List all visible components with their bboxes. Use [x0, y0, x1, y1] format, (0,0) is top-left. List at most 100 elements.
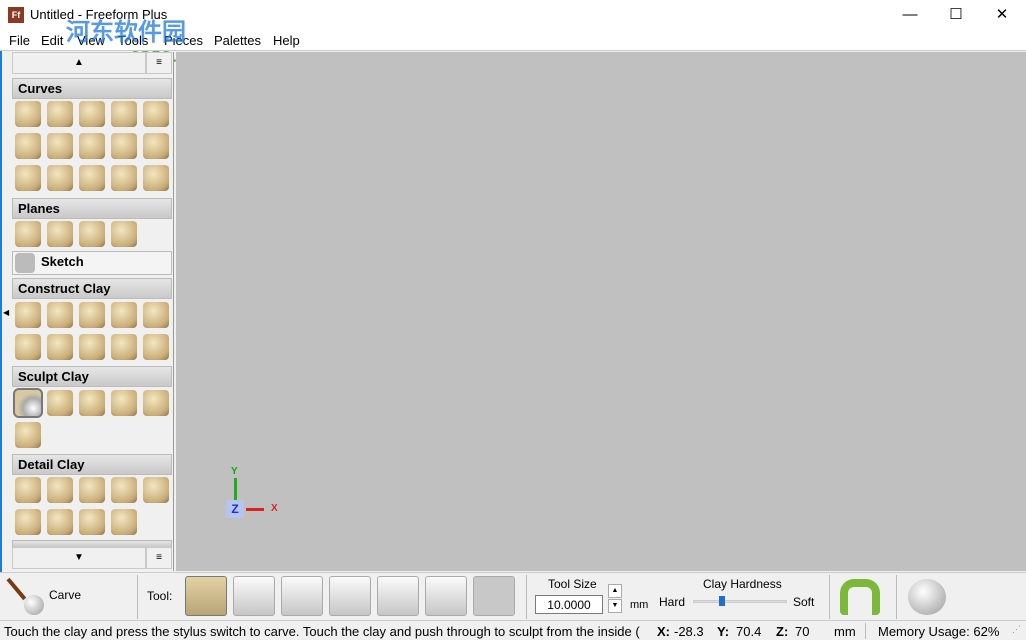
- clay-extrude-icon[interactable]: [111, 302, 137, 328]
- wax-icon[interactable]: [15, 422, 41, 448]
- plane-sketch-icon[interactable]: [47, 221, 73, 247]
- clay-mountain-icon[interactable]: [111, 334, 137, 360]
- menu-help[interactable]: Help: [273, 33, 300, 48]
- 3d-viewport[interactable]: Y Z X: [176, 52, 1026, 571]
- plane-move-icon[interactable]: [111, 221, 137, 247]
- section-title: Sketch: [41, 254, 84, 269]
- tug-icon[interactable]: [143, 390, 169, 416]
- attract-icon[interactable]: [111, 390, 137, 416]
- curve-extrude-icon[interactable]: [111, 165, 137, 191]
- clay-box-icon[interactable]: [143, 334, 169, 360]
- smooth-icon[interactable]: [79, 390, 105, 416]
- tool-carve-flat-button[interactable]: [233, 576, 275, 616]
- menu-file[interactable]: File: [9, 33, 30, 48]
- curve-on-clay-icon[interactable]: [79, 101, 105, 127]
- curve-mirror-icon[interactable]: [79, 165, 105, 191]
- menu-edit[interactable]: Edit: [41, 33, 63, 48]
- tool-carve-scoop-button[interactable]: [377, 576, 419, 616]
- sketch-icon: [15, 253, 35, 273]
- section-header-detail-clay[interactable]: Detail Clay: [12, 454, 172, 475]
- section-title: Sculpt Clay: [18, 369, 89, 384]
- axis-z-label: Z: [226, 500, 244, 518]
- section-header-construct-clay[interactable]: Construct Clay: [12, 278, 172, 299]
- soft-label: Soft: [793, 595, 815, 609]
- smudge-icon[interactable]: [47, 390, 73, 416]
- curve-color-icon[interactable]: [143, 133, 169, 159]
- tool-carve-button[interactable]: [185, 576, 227, 616]
- minimize-button[interactable]: —: [887, 0, 933, 30]
- emboss-wrap-icon[interactable]: [15, 509, 41, 535]
- carve-icon[interactable]: [13, 388, 43, 418]
- emboss-curve-icon[interactable]: [47, 477, 73, 503]
- clay-lathe-icon[interactable]: [143, 302, 169, 328]
- close-button[interactable]: ✕: [979, 0, 1025, 30]
- y-value: 70.4: [736, 624, 762, 639]
- select-arrow-icon[interactable]: [15, 101, 41, 127]
- section-title: Detail Clay: [18, 457, 85, 472]
- palette-scroll-down[interactable]: ▼: [12, 547, 146, 569]
- tool-size-unit: mm: [630, 599, 649, 611]
- emboss-groove-icon[interactable]: [47, 509, 73, 535]
- separator: [865, 623, 866, 639]
- tool-custom-button[interactable]: [473, 576, 515, 616]
- tool-size-increment[interactable]: ▲: [608, 584, 622, 598]
- tool-carve-v-button[interactable]: [329, 576, 371, 616]
- palette-menu-button-bottom[interactable]: ≡: [146, 547, 172, 569]
- section-header-curves[interactable]: Curves: [12, 78, 172, 99]
- sculpt-ball-icon[interactable]: [908, 579, 946, 615]
- tile-pattern-icon[interactable]: [79, 509, 105, 535]
- slider-thumb[interactable]: [719, 596, 726, 606]
- plane-slice-icon[interactable]: [79, 221, 105, 247]
- curve-blend-icon[interactable]: [111, 133, 137, 159]
- separator: [896, 575, 897, 619]
- axis-x-label: X: [271, 503, 278, 514]
- clay-pipe-icon[interactable]: [79, 334, 105, 360]
- carve-tool-icon: [4, 577, 44, 617]
- memory-usage: Memory Usage: 62%: [878, 624, 1000, 639]
- emboss-image-icon[interactable]: [111, 477, 137, 503]
- section-title: Curves: [18, 81, 63, 96]
- curve-edit-icon[interactable]: [79, 133, 105, 159]
- tool-label: Tool:: [147, 589, 173, 603]
- menu-palettes[interactable]: Palettes: [214, 33, 261, 48]
- separator: [526, 575, 527, 619]
- status-hint: Touch the clay and press the stylus swit…: [4, 624, 640, 639]
- tool-size-input[interactable]: [535, 595, 603, 614]
- clay-blob-icon[interactable]: [79, 302, 105, 328]
- tool-size-decrement[interactable]: ▼: [608, 599, 622, 613]
- curve-plane-icon[interactable]: [143, 101, 169, 127]
- worm-icon[interactable]: [840, 579, 880, 615]
- palette-menu-button[interactable]: ≡: [146, 52, 172, 74]
- curve-loop-icon[interactable]: [15, 133, 41, 159]
- section-header-sculpt-clay[interactable]: Sculpt Clay: [12, 366, 172, 387]
- tool-carve-round-button[interactable]: [281, 576, 323, 616]
- maximize-button[interactable]: ☐: [933, 0, 979, 30]
- watermark-name: 河东软件园: [66, 17, 186, 46]
- emboss-plane-icon[interactable]: [79, 477, 105, 503]
- curve-line-icon[interactable]: [15, 165, 41, 191]
- section-title: Planes: [18, 201, 60, 216]
- curve-project-icon[interactable]: [47, 133, 73, 159]
- section-header-sketch[interactable]: Sketch: [12, 251, 172, 275]
- emboss-stamp-icon[interactable]: [111, 509, 137, 535]
- section-header-planes[interactable]: Planes: [12, 198, 172, 219]
- resize-grip[interactable]: ⋰: [1012, 624, 1021, 635]
- draw-curve-icon[interactable]: [47, 101, 73, 127]
- collapse-palette-arrow[interactable]: ◀: [3, 308, 9, 317]
- curve-surface-icon[interactable]: [47, 165, 73, 191]
- clay-add-icon[interactable]: [15, 302, 41, 328]
- curve-offset-icon[interactable]: [143, 165, 169, 191]
- clay-hardness-label: Clay Hardness: [703, 577, 782, 591]
- emboss-pattern-icon[interactable]: [143, 477, 169, 503]
- curve-trace-icon[interactable]: [111, 101, 137, 127]
- clay-tube-icon[interactable]: [15, 334, 41, 360]
- plane-grid-icon[interactable]: [15, 221, 41, 247]
- palette-scroll-up[interactable]: ▲: [12, 52, 146, 74]
- axis-x-arrow: [246, 508, 264, 511]
- emboss-edge-icon[interactable]: [15, 477, 41, 503]
- tool-carve-chisel-button[interactable]: [425, 576, 467, 616]
- clay-wire-icon[interactable]: [47, 302, 73, 328]
- status-bar: Touch the clay and press the stylus swit…: [0, 620, 1026, 640]
- clay-hardness-slider[interactable]: [693, 596, 787, 606]
- clay-head-icon[interactable]: [47, 334, 73, 360]
